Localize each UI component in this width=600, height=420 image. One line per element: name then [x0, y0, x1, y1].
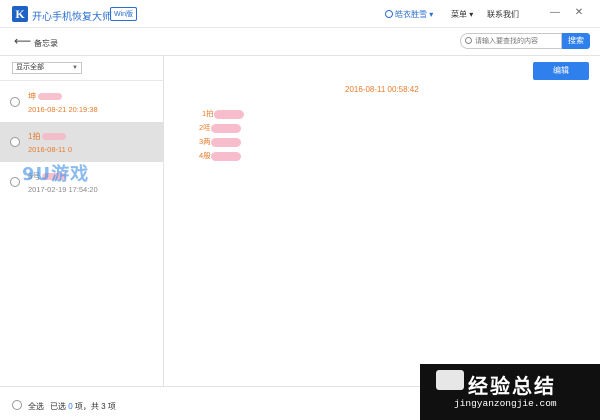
user-name: 皓衣胜雪 ▾ — [395, 10, 434, 19]
note-line: 2哇 — [199, 122, 241, 133]
corner-watermark: 经验总结 jingyanzongjie.com — [420, 364, 600, 420]
note-line: 1拍 — [202, 108, 244, 119]
title-bar: K 开心手机恢复大师 Win版 皓衣胜雪 ▾ 菜单 ▾ 联系我们 — ✕ — [0, 0, 600, 28]
search-icon — [465, 37, 472, 44]
app-logo-icon: K — [12, 6, 28, 22]
list-item[interactable]: 1拍 2016-08-11 0 — [0, 122, 163, 162]
item-radio[interactable] — [10, 97, 20, 107]
mosaic-blur — [38, 93, 62, 101]
user-icon — [385, 10, 393, 18]
contact-us-link[interactable]: 联系我们 — [487, 9, 519, 20]
note-detail-panel: 编辑 2016-08-11 00:58:42 1拍 2哇 3两 4般 — [165, 56, 600, 386]
note-date: 2017-02-19 17:54:20 — [28, 185, 98, 194]
note-detail-date: 2016-08-11 00:58:42 — [345, 85, 419, 94]
note-line: 4般 — [199, 150, 241, 161]
chevron-down-icon: ▼ — [72, 65, 78, 71]
watermark-url: jingyanzongjie.com — [454, 398, 557, 409]
select-all-label[interactable]: 全选 — [28, 401, 44, 412]
back-arrow-icon[interactable]: ⟵ — [14, 35, 31, 47]
minimize-icon[interactable]: — — [548, 6, 562, 20]
item-radio[interactable] — [10, 137, 20, 147]
filter-dropdown[interactable]: 显示全部 ▼ — [12, 62, 82, 74]
note-line: 3两 — [199, 136, 241, 147]
mosaic-blur — [42, 133, 67, 141]
toolbar: ⟵ 备忘录 搜索 — [0, 28, 600, 56]
selected-count: 0 — [68, 402, 73, 411]
main-menu-button[interactable]: 菜单 ▾ — [451, 9, 473, 20]
note-date: 2016-08-11 0 — [28, 145, 73, 154]
search-input[interactable] — [460, 33, 562, 49]
note-title: 1拍 — [28, 131, 67, 142]
note-title: 坤 — [28, 91, 62, 102]
close-icon[interactable]: ✕ — [572, 6, 586, 20]
mosaic-blur — [213, 109, 244, 119]
mosaic-blur — [210, 137, 241, 147]
page-title: 备忘录 — [34, 39, 58, 48]
mosaic-blur — [210, 123, 241, 133]
edition-badge: Win版 — [110, 7, 138, 21]
note-date: 2016-08-21 20:19:38 — [28, 105, 98, 114]
user-menu[interactable]: 皓衣胜雪 ▾ — [385, 9, 433, 20]
site-watermark: 9U游戏 — [22, 164, 90, 185]
list-item[interactable]: 坤 2016-08-21 20:19:38 — [0, 82, 163, 122]
app-title: 开心手机恢复大师 — [32, 12, 112, 23]
watermark-logo-icon — [436, 370, 464, 390]
item-radio[interactable] — [10, 177, 20, 187]
notes-list-panel: 显示全部 ▼ 坤 2016-08-21 20:19:38 1拍 2016-08-… — [0, 56, 164, 386]
search-button[interactable]: 搜索 — [562, 33, 590, 49]
divider — [0, 80, 164, 81]
filter-selected-value: 显示全部 — [16, 64, 44, 71]
select-all-radio[interactable] — [12, 400, 22, 410]
watermark-title: 经验总结 — [468, 376, 556, 398]
mosaic-blur — [210, 151, 241, 161]
edit-button[interactable]: 编辑 — [533, 62, 589, 80]
selection-summary: 已选 0 项，共 3 项 — [50, 402, 116, 411]
